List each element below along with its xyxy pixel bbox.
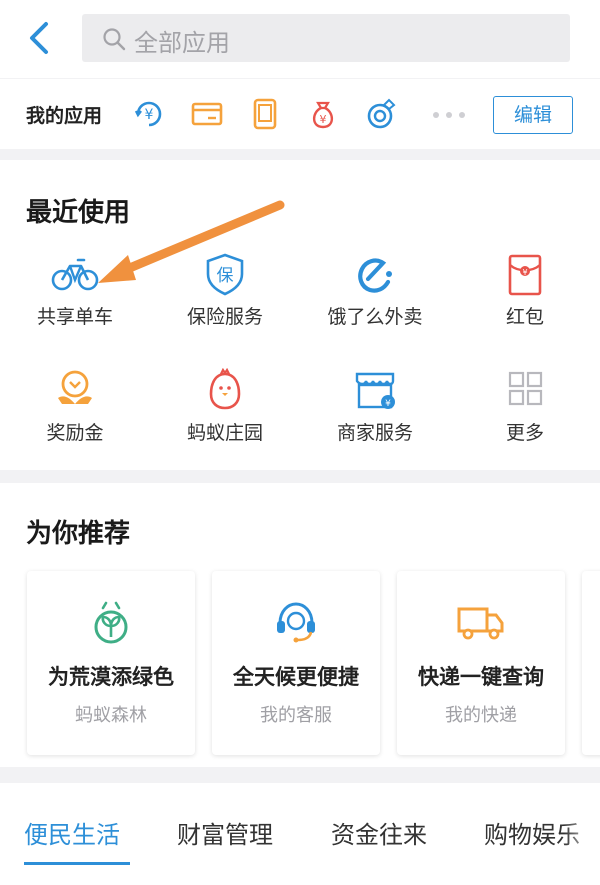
tab-convenience[interactable]: 便民生活	[24, 815, 120, 850]
truck-icon	[457, 607, 504, 640]
recommend-title: 为你推荐	[26, 519, 131, 549]
app-ant-farm[interactable]: 蚂蚁庄园	[150, 368, 300, 445]
app-shared-bike[interactable]: 共享单车	[0, 252, 150, 329]
eleme-icon	[358, 258, 392, 293]
edit-button[interactable]: 编辑	[493, 96, 573, 134]
top-bar: 全部应用	[0, 0, 600, 78]
app-reward[interactable]: 奖励金	[0, 368, 150, 445]
recent-section: 最近使用 共享单车 保 保险服务 饿了么外卖 ¥ 红包 奖励金 蚂蚁庄园 ¥ 商…	[0, 160, 600, 470]
reward-icon	[58, 370, 92, 404]
recommend-section: 为你推荐 为荒漠添绿色 蚂蚁森林 全天候更便捷 我的客服 快递一键查询 我的快递	[0, 483, 600, 767]
category-tabs: 便民生活 财富管理 资金往来 购物娱乐	[0, 783, 600, 885]
app-red-packet[interactable]: ¥ 红包	[450, 252, 600, 329]
app-label: 蚂蚁庄园	[186, 422, 263, 444]
tab-wealth[interactable]: 财富管理	[177, 815, 273, 850]
bicycle-icon	[51, 258, 99, 291]
app-more[interactable]: 更多	[450, 368, 600, 445]
app-label: 红包	[505, 306, 544, 328]
svg-text:¥: ¥	[385, 399, 391, 409]
phone-icon[interactable]	[248, 97, 282, 131]
svg-text:¥: ¥	[320, 113, 327, 126]
svg-text:¥: ¥	[522, 268, 527, 277]
recent-title: 最近使用	[26, 198, 131, 228]
app-label: 饿了么外卖	[327, 306, 423, 328]
app-eleme[interactable]: 饿了么外卖	[300, 252, 450, 329]
grid-more-icon	[508, 371, 543, 406]
yuan-circle-icon[interactable]: ¥	[132, 97, 166, 131]
back-arrow-icon[interactable]	[22, 18, 58, 58]
search-icon	[103, 28, 126, 51]
card-subtitle: 我的快递	[445, 705, 517, 726]
card-title: 为荒漠添绿色	[48, 665, 174, 689]
money-bag-icon[interactable]: ¥	[306, 97, 340, 131]
sprout-icon	[94, 601, 128, 644]
app-label: 保险服务	[186, 306, 263, 328]
svg-text:保: 保	[217, 266, 234, 286]
my-apps-label: 我的应用	[26, 105, 103, 127]
red-packet-icon: ¥	[508, 254, 542, 296]
card-title: 快递一键查询	[418, 665, 544, 689]
app-label: 共享单车	[36, 306, 113, 328]
card-subtitle: 我的客服	[260, 705, 332, 726]
app-label: 奖励金	[46, 422, 104, 444]
search-placeholder: 全部应用	[134, 29, 230, 57]
app-label: 商家服务	[336, 422, 413, 444]
recommend-card-partial[interactable]	[582, 571, 600, 755]
ring-icon[interactable]	[364, 97, 398, 131]
more-dots-icon[interactable]	[432, 111, 466, 119]
chick-icon	[209, 368, 241, 410]
recommend-card-forest[interactable]: 为荒漠添绿色 蚂蚁森林	[27, 571, 195, 755]
active-tab-indicator	[24, 862, 130, 865]
svg-text:¥: ¥	[145, 107, 154, 123]
tab-fade	[564, 783, 600, 885]
recommend-card-service[interactable]: 全天候更便捷 我的客服	[212, 571, 380, 755]
insurance-shield-icon: 保	[206, 253, 244, 296]
tab-funds[interactable]: 资金往来	[331, 815, 427, 850]
app-insurance[interactable]: 保 保险服务	[150, 252, 300, 329]
recommend-card-express[interactable]: 快递一键查询 我的快递	[397, 571, 565, 755]
app-label: 更多	[505, 422, 544, 444]
headset-icon	[277, 602, 315, 643]
my-apps-bar: 我的应用 ¥ ¥ 编辑	[0, 79, 600, 149]
card-icon[interactable]	[190, 97, 224, 131]
shop-icon: ¥	[355, 372, 395, 409]
card-subtitle: 蚂蚁森林	[75, 705, 147, 726]
search-input[interactable]: 全部应用	[82, 14, 570, 62]
card-title: 全天候更便捷	[233, 665, 359, 689]
app-merchant[interactable]: ¥ 商家服务	[300, 368, 450, 445]
